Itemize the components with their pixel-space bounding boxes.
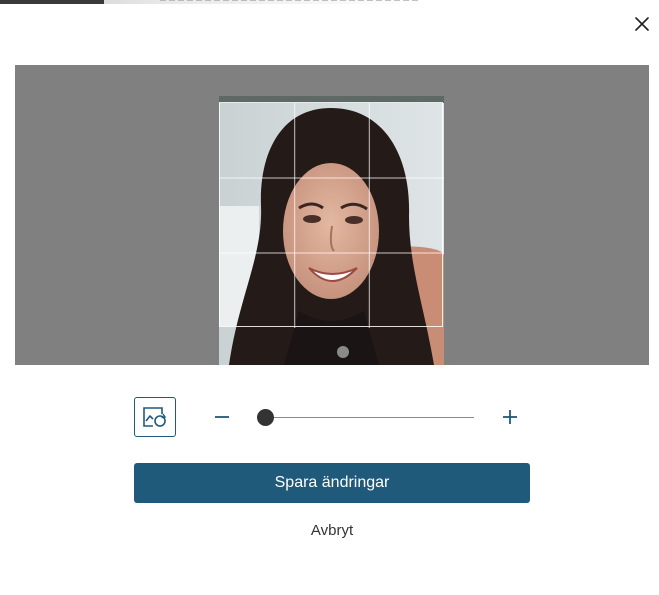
save-changes-button[interactable]: Spara ändringar [134,463,530,503]
background-page-strip [0,0,659,4]
background-text [160,0,420,1]
zoom-out-button[interactable] [210,405,234,429]
crop-frame[interactable] [219,102,444,328]
zoom-in-button[interactable] [498,405,522,429]
editor-controls [134,397,530,439]
plus-icon [503,410,517,424]
photo-editor-dialog: Spara ändringar Avbryt [0,0,659,595]
rotate-image-button[interactable] [134,397,176,437]
close-button[interactable] [630,12,654,36]
minus-icon [215,416,229,418]
zoom-slider[interactable] [257,409,474,426]
cancel-button[interactable]: Avbryt [282,520,382,542]
image-rotate-icon [143,407,167,427]
crop-area[interactable] [15,65,649,365]
zoom-slider-thumb[interactable] [257,409,274,426]
close-icon [635,17,649,31]
